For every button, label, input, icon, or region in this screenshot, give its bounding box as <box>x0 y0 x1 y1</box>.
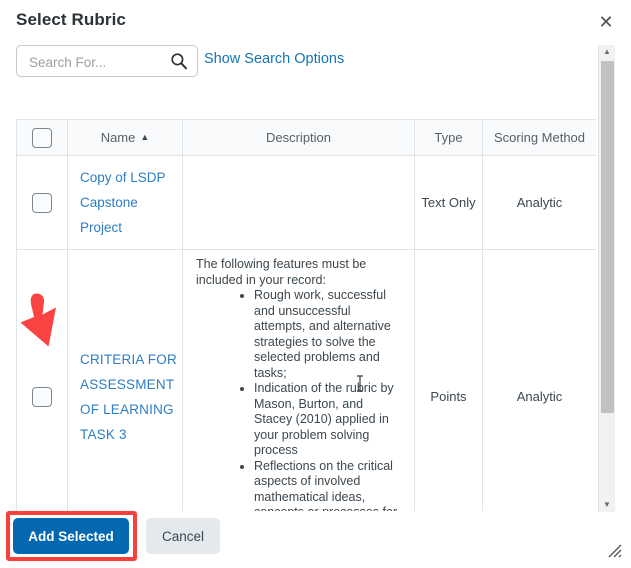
show-search-options-link[interactable]: Show Search Options <box>204 51 344 67</box>
column-header-type[interactable]: Type <box>414 119 483 156</box>
select-all-checkbox[interactable] <box>32 127 52 148</box>
row-scoring-cell: Analytic <box>482 155 596 250</box>
resize-grip-icon[interactable] <box>607 543 623 559</box>
description-intro: The following features must be included … <box>196 257 367 287</box>
row-name-cell: Copy of LSDP Capstone Project <box>67 155 183 250</box>
search-box[interactable] <box>16 45 198 78</box>
row-type-cell: Points <box>414 249 483 511</box>
list-item: Indication of the rubric by Mason, Burto… <box>254 381 400 459</box>
vertical-scrollbar[interactable]: ▲ ▼ <box>598 45 615 512</box>
rubric-table: Name ▲ Description Type Scoring Method Co… <box>16 119 596 511</box>
cancel-button[interactable]: Cancel <box>146 518 220 554</box>
row-description-cell <box>182 155 415 250</box>
rubric-name-link[interactable]: Copy of LSDP Capstone Project <box>68 159 182 246</box>
description-bullets: Rough work, successful and unsuccessful … <box>196 288 400 511</box>
search-input[interactable] <box>27 46 171 78</box>
row-description-cell: The following features must be included … <box>182 249 415 511</box>
scroll-down-icon[interactable]: ▼ <box>599 498 615 512</box>
column-header-select-all <box>16 119 68 156</box>
table-row: CRITERIA FOR ASSESSMENT OF LEARNING TASK… <box>16 249 596 511</box>
list-item: Reflections on the critical aspects of i… <box>254 459 400 512</box>
row-2-checkbox[interactable] <box>32 386 52 407</box>
dialog-header: Select Rubric ✕ <box>0 0 631 40</box>
row-1-checkbox[interactable] <box>32 192 52 213</box>
rubric-table-container: Name ▲ Description Type Scoring Method Co… <box>16 119 596 511</box>
column-header-description[interactable]: Description <box>182 119 415 156</box>
select-rubric-dialog: Select Rubric ✕ Show Search Options <box>0 0 631 568</box>
add-selected-button[interactable]: Add Selected <box>13 518 129 554</box>
scroll-up-icon[interactable]: ▲ <box>599 45 615 59</box>
row-type-cell: Text Only <box>414 155 483 250</box>
row-scoring-cell: Analytic <box>482 249 596 511</box>
column-header-name-label: Name <box>100 130 136 145</box>
row-checkbox-cell <box>16 155 68 250</box>
row-description: The following features must be included … <box>183 250 414 511</box>
list-item: Rough work, successful and unsuccessful … <box>254 288 400 381</box>
row-checkbox-cell <box>16 249 68 511</box>
close-icon[interactable]: ✕ <box>595 11 617 33</box>
scrollbar-thumb[interactable] <box>601 61 614 413</box>
table-row: Copy of LSDP Capstone Project Text Only … <box>16 155 596 250</box>
search-icon[interactable] <box>170 52 188 70</box>
column-header-scoring-method[interactable]: Scoring Method <box>482 119 596 156</box>
table-header-row: Name ▲ Description Type Scoring Method <box>16 119 596 156</box>
page-title: Select Rubric <box>16 10 126 29</box>
column-header-name[interactable]: Name ▲ <box>67 119 183 156</box>
sort-ascending-icon: ▲ <box>140 132 150 142</box>
rubric-name-link[interactable]: CRITERIA FOR ASSESSMENT OF LEARNING TASK… <box>68 341 182 453</box>
row-name-cell: CRITERIA FOR ASSESSMENT OF LEARNING TASK… <box>67 249 183 511</box>
row-description <box>183 196 414 210</box>
